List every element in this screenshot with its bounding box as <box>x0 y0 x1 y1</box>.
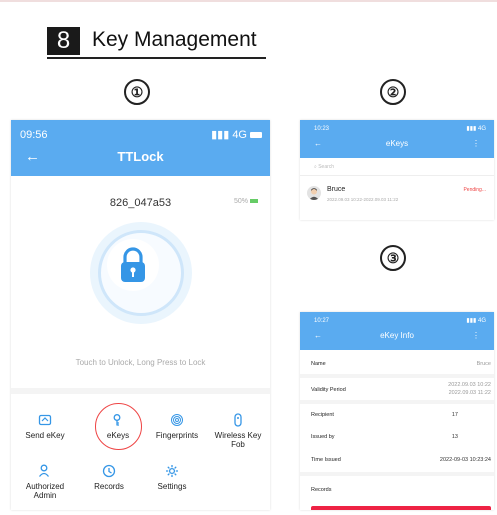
info-label-time-issued: Time Issued <box>311 457 341 463</box>
ekeys-search-input[interactable]: ⌕ Search <box>300 158 494 176</box>
info-label-issued-by: Issued by <box>311 434 335 440</box>
info-value-validity-start: 2022.09.03 10:22 <box>448 382 491 388</box>
settings-icon <box>166 465 178 477</box>
fingerprint-icon <box>171 414 183 426</box>
lock-battery: 50% <box>234 198 258 205</box>
menu-fingerprints[interactable]: Fingerprints <box>142 413 212 440</box>
ekeys-search-placeholder: Search <box>318 164 335 170</box>
ekeys-list-phone: 10:23 ▮▮▮ 4G ← eKeys ⋮ ⌕ Search Bruce 20… <box>300 120 494 220</box>
ekeys-icon <box>113 414 121 426</box>
ekeys-status-indicators: ▮▮▮ 4G <box>466 125 486 132</box>
section-title-underline <box>47 57 266 59</box>
ekey-info-title: eKey Info <box>380 330 414 340</box>
signal-icon: ▮▮▮ <box>211 129 233 141</box>
ekey-info-header: 10:27 ▮▮▮ 4G ← eKey Info ⋮ <box>300 312 494 350</box>
ekey-info-status-indicators: ▮▮▮ 4G <box>466 317 486 324</box>
menu-ekeys-label: eKeys <box>106 431 130 440</box>
ekeys-nav-bar: ← eKeys ⋮ <box>300 132 494 154</box>
info-value-issued-by: 13 <box>451 434 458 440</box>
back-arrow-icon[interactable]: ← <box>25 148 40 165</box>
ekey-status-badge: Pending... <box>463 187 486 193</box>
network-label: 4G <box>232 129 247 141</box>
menu-settings[interactable]: Settings <box>142 464 202 491</box>
info-label-name: Name <box>311 361 326 367</box>
status-time: 09:56 <box>20 128 48 141</box>
menu-authorized-admin[interactable]: Authorized Admin <box>15 464 75 500</box>
key-fob-icon <box>234 413 242 427</box>
ekeys-more-icon[interactable]: ⋮ <box>472 139 480 148</box>
avatar-person-icon <box>309 188 319 200</box>
info-value-validity-end: 2022.09.03 11:22 <box>448 390 491 396</box>
section-title: Key Management <box>92 28 257 51</box>
send-ekey-icon <box>38 414 52 426</box>
info-separator <box>300 374 494 378</box>
menu-send-ekey-label: Send eKey <box>25 431 65 440</box>
ekeys-title: eKeys <box>385 138 409 148</box>
top-border <box>0 0 497 2</box>
ekey-info-nav-bar: ← eKey Info ⋮ <box>300 324 494 346</box>
ekey-recipient-name: Bruce <box>327 186 346 193</box>
ekey-list-item[interactable]: Bruce 2022.09.03 10:22-2022.09.03 11:22 … <box>300 183 494 213</box>
menu-settings-label: Settings <box>157 482 187 491</box>
nav-bar: ← TTLock <box>11 141 270 171</box>
menu-authorized-admin-label: Authorized Admin <box>25 482 65 500</box>
ekey-validity-dates: 2022.09.03 10:22-2022.09.03 11:22 <box>327 197 399 202</box>
ekey-info-status-bar: 10:27 ▮▮▮ 4G <box>300 312 494 325</box>
menu-ekeys[interactable]: eKeys <box>88 413 148 440</box>
info-value-name: Bruce <box>476 361 491 367</box>
info-separator <box>300 400 494 404</box>
ekey-info-phone: 10:27 ▮▮▮ 4G ← eKey Info ⋮ Name Bruce Va… <box>300 312 494 510</box>
ekey-info-status-time: 10:27 <box>314 317 330 324</box>
app-header: 09:56 ▮▮▮ 4G ← TTLock <box>11 120 270 176</box>
step-marker-1: ① <box>124 79 150 105</box>
delete-ekey-button[interactable] <box>311 506 491 510</box>
unlock-button[interactable] <box>90 222 192 324</box>
ekeys-header: 10:23 ▮▮▮ 4G ← eKeys ⋮ <box>300 120 494 158</box>
app-title: TTLock <box>117 148 164 164</box>
info-label-validity: Validity Period <box>311 387 346 393</box>
info-label-records: Records <box>311 487 332 493</box>
admin-icon <box>38 464 50 477</box>
menu-wireless-key-fob-label: Wireless Key Fob <box>214 431 262 449</box>
ekey-info-back-arrow-icon[interactable]: ← <box>314 331 322 340</box>
battery-level-icon <box>250 199 258 204</box>
status-bar: 09:56 ▮▮▮ 4G <box>11 120 270 141</box>
step-marker-2: ② <box>380 79 406 105</box>
step-marker-3: ③ <box>380 245 406 271</box>
avatar <box>307 186 321 200</box>
lock-battery-label: 50% <box>233 198 248 205</box>
padlock-icon <box>121 247 145 282</box>
unlock-button-core <box>107 239 159 291</box>
status-indicators: ▮▮▮ 4G <box>211 128 262 141</box>
records-icon <box>102 464 116 478</box>
lock-name: 826_047a53 <box>109 197 172 209</box>
info-separator <box>300 472 494 476</box>
info-label-recipient: Recipient <box>311 412 334 418</box>
info-value-recipient: 17 <box>451 412 458 418</box>
ekeys-back-arrow-icon[interactable]: ← <box>314 139 322 148</box>
ekey-info-more-icon[interactable]: ⋮ <box>472 331 480 340</box>
menu-records[interactable]: Records <box>79 464 139 491</box>
menu-wireless-key-fob[interactable]: Wireless Key Fob <box>207 413 269 449</box>
info-value-time-issued: 2022-09-03 10:23:24 <box>439 457 491 463</box>
ekeys-status-bar: 10:23 ▮▮▮ 4G <box>300 120 494 133</box>
unlock-hint: Touch to Unlock, Long Press to Lock <box>75 358 206 367</box>
section-number-badge: 8 <box>47 27 80 55</box>
menu-send-ekey[interactable]: Send eKey <box>15 413 75 440</box>
battery-icon <box>250 132 262 139</box>
menu-records-label: Records <box>94 482 124 491</box>
lock-screen-phone: 09:56 ▮▮▮ 4G ← TTLock 826_047a53 50% Tou… <box>11 120 270 510</box>
ekeys-status-time: 10:23 <box>314 125 330 132</box>
menu-divider <box>11 388 270 394</box>
menu-fingerprints-label: Fingerprints <box>155 431 199 440</box>
